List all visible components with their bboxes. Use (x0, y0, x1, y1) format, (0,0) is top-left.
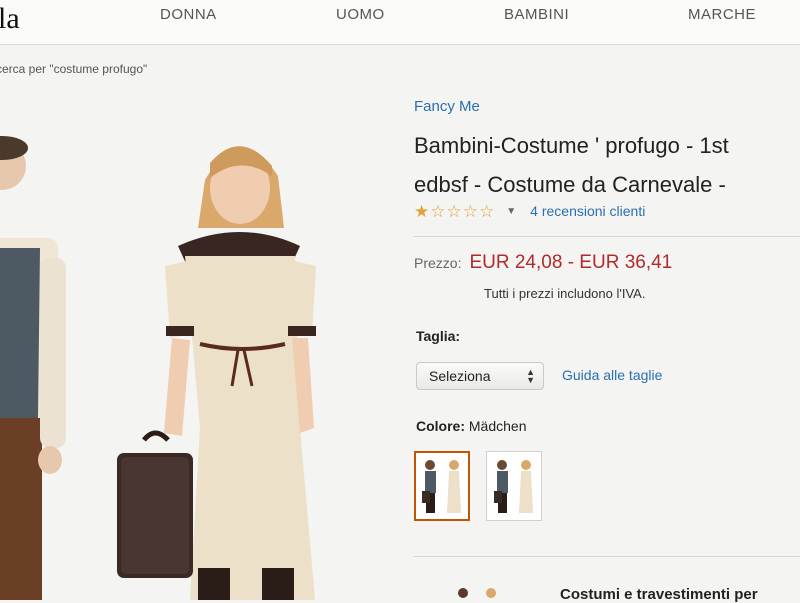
price-value: EUR 24,08 - EUR 36,41 (469, 252, 673, 273)
size-label: Taglia: (416, 328, 461, 344)
product-title: Bambini-Costume ' profugo - 1st edbsf - … (414, 126, 800, 204)
suitcase (117, 430, 193, 578)
swatch-thumbnail (422, 460, 461, 513)
star-rating[interactable]: ★ ☆ ☆ ☆ ☆ (414, 203, 494, 220)
color-value: Mädchen (468, 418, 527, 434)
price-row: Prezzo: EUR 24,08 - EUR 36,41 (414, 252, 672, 274)
size-guide-link[interactable]: Guida alle taglie (562, 367, 662, 383)
breadcrumb[interactable]: cerca per "costume profugo" (0, 62, 147, 76)
size-select[interactable]: Seleziona ▲ ▼ (416, 362, 544, 390)
nav-bambini[interactable]: BAMBINI (504, 6, 569, 23)
select-arrows-icon: ▲ ▼ (526, 367, 535, 385)
product-title-line-1: Bambini-Costume ' profugo - 1st (414, 133, 729, 158)
product-title-line-2: edbsf - Costume da Carnevale - (414, 172, 726, 197)
vat-note: Tutti i prezzi includono l'IVA. (484, 286, 646, 301)
price-label: Prezzo: (414, 255, 462, 271)
promo-thumbnail (458, 588, 496, 598)
color-label: Colore: (416, 418, 465, 434)
star-icon: ☆ (479, 201, 495, 221)
color-swatch[interactable] (486, 451, 542, 521)
divider (414, 556, 800, 557)
star-icon: ☆ (430, 201, 446, 221)
size-select-value: Seleziona (429, 368, 491, 384)
brand-link[interactable]: Fancy Me (414, 98, 480, 115)
site-logo[interactable]: la (0, 2, 20, 36)
rating-row: ★ ☆ ☆ ☆ ☆ ▼ 4 recensioni clienti (414, 200, 645, 222)
reviews-link[interactable]: 4 recensioni clienti (530, 203, 645, 219)
caret-down-icon[interactable]: ▼ (506, 206, 516, 217)
top-navigation: la DONNA UOMO BAMBINI MARCHE (0, 0, 800, 45)
nav-donna[interactable]: DONNA (160, 6, 217, 23)
star-icon: ☆ (462, 201, 478, 221)
color-row: Colore: Mädchen (416, 418, 526, 434)
product-image[interactable] (0, 88, 400, 600)
color-swatch-selected[interactable] (414, 451, 470, 521)
swatch-thumbnail (494, 460, 533, 513)
related-products-heading[interactable]: Costumi e travestimenti per (560, 586, 758, 603)
divider (414, 236, 800, 237)
nav-uomo[interactable]: UOMO (336, 6, 385, 23)
star-icon: ☆ (446, 201, 462, 221)
nav-marche[interactable]: MARCHE (688, 6, 756, 23)
star-icon: ★ (414, 201, 430, 221)
